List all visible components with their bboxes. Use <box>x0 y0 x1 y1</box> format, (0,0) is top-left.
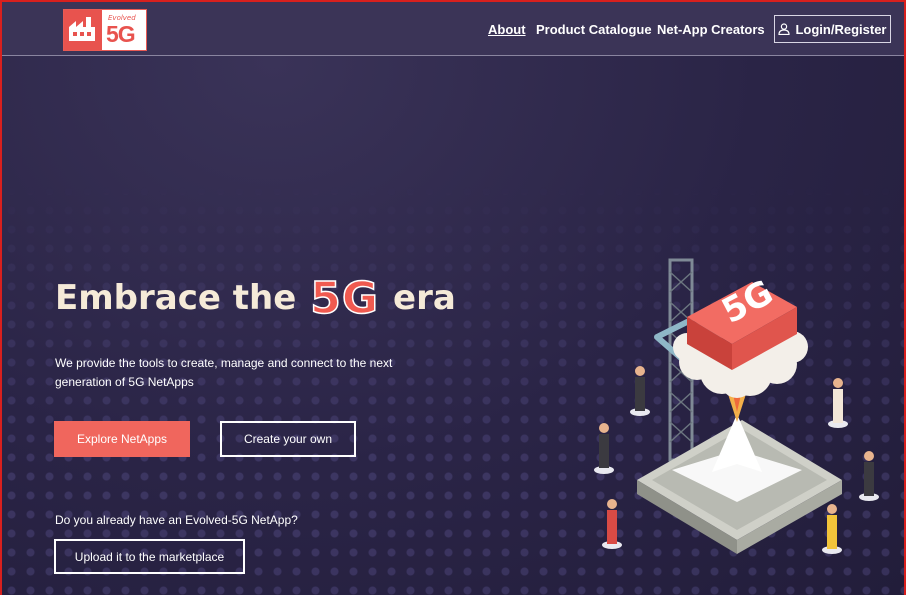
logo-factory-icon <box>64 10 102 50</box>
page-frame: Evolved 5G About Product Catalogue Net-A… <box>0 0 906 595</box>
top-navbar: Evolved 5G About Product Catalogue Net-A… <box>2 2 904 56</box>
hero-description: We provide the tools to create, manage a… <box>55 356 393 389</box>
5g-rocket-launch-illustration: 5G <box>594 258 879 554</box>
explore-netapps-button[interactable]: Explore NetApps <box>54 421 190 457</box>
person-4 <box>828 378 848 428</box>
nav-netapp-creators-link[interactable]: Net-App Creators <box>657 22 765 37</box>
evolved-5g-logo[interactable]: Evolved 5G <box>63 9 147 51</box>
nav-about-link[interactable]: About <box>488 22 526 37</box>
upload-question-text: Do you already have an Evolved-5G NetApp… <box>55 513 298 527</box>
person-2 <box>594 423 614 474</box>
nav-product-catalogue-link[interactable]: Product Catalogue <box>536 22 652 37</box>
person-5 <box>859 451 879 501</box>
user-icon <box>778 23 791 35</box>
hero-headline: Embrace the 5G era <box>55 272 456 325</box>
logo-big-text: 5G <box>106 21 136 47</box>
headline-5g-accent: 5G <box>310 272 380 325</box>
upload-to-marketplace-button[interactable]: Upload it to the marketplace <box>54 539 245 574</box>
person-3 <box>602 499 622 549</box>
person-1 <box>630 366 650 416</box>
login-register-label: Login/Register <box>795 21 887 37</box>
headline-text-before: Embrace the <box>55 278 297 318</box>
create-your-own-button[interactable]: Create your own <box>220 421 356 457</box>
login-register-button[interactable]: Login/Register <box>774 15 891 43</box>
logo-text: Evolved 5G <box>102 10 146 50</box>
person-6 <box>822 504 842 554</box>
headline-text-after: era <box>393 278 456 318</box>
